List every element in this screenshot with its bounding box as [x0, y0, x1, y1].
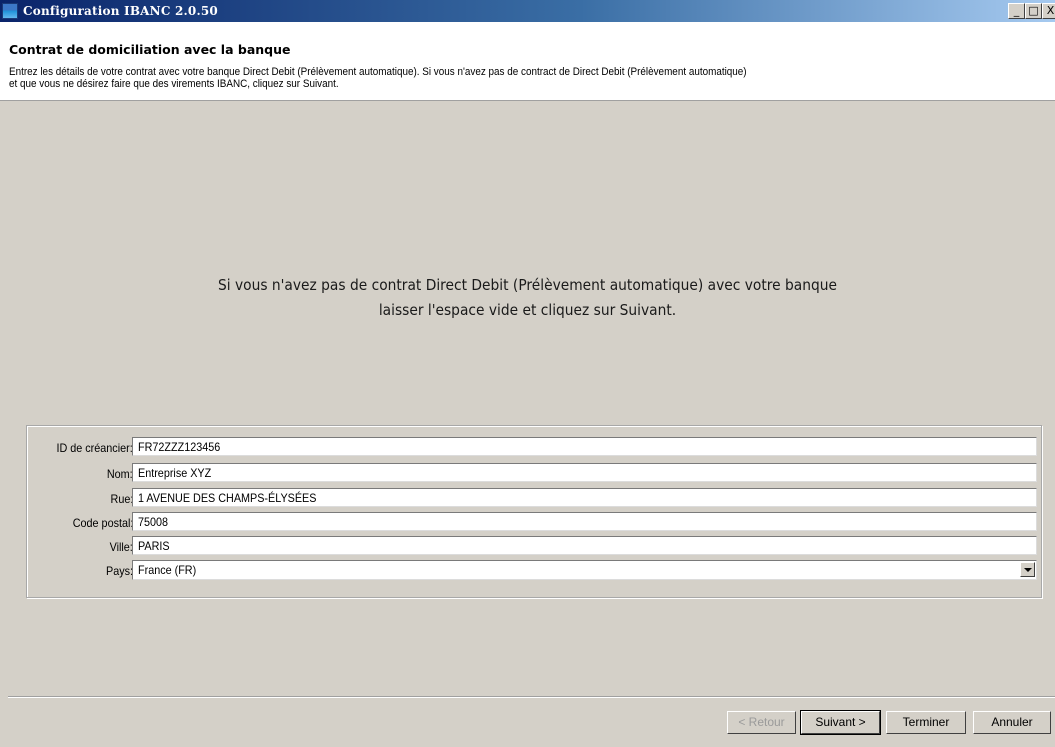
- name-label: Nom:: [107, 467, 133, 481]
- form-row-country: Pays: France (FR): [27, 560, 1043, 582]
- app-icon: [2, 3, 18, 19]
- postal-code-value: 75008: [138, 515, 169, 529]
- window-title: Configuration IBANC 2.0.50: [23, 4, 218, 18]
- name-value: Entreprise XYZ: [138, 466, 212, 480]
- street-input[interactable]: 1 AVENUE DES CHAMPS-ÉLYSÉES: [132, 488, 1037, 507]
- page-title: Contrat de domiciliation avec la banque: [9, 42, 291, 57]
- footer-separator: [8, 696, 1055, 698]
- back-button[interactable]: < Retour: [727, 711, 796, 734]
- creditor-id-input[interactable]: FR72ZZZ123456: [132, 437, 1037, 456]
- window-controls: _ □ X: [1008, 3, 1055, 19]
- creditor-id-value: FR72ZZZ123456: [138, 440, 221, 454]
- chevron-down-icon[interactable]: [1020, 562, 1035, 577]
- form-row-city: Ville: PARIS: [27, 536, 1043, 558]
- city-input[interactable]: PARIS: [132, 536, 1037, 555]
- close-button[interactable]: X: [1042, 3, 1055, 19]
- wizard-header: Contrat de domiciliation avec la banque …: [0, 22, 1055, 101]
- name-input[interactable]: Entreprise XYZ: [132, 463, 1037, 482]
- form-row-street: Rue: 1 AVENUE DES CHAMPS-ÉLYSÉES: [27, 488, 1043, 510]
- street-label: Rue:: [110, 492, 133, 506]
- postal-code-input[interactable]: 75008: [132, 512, 1037, 531]
- city-label: Ville:: [109, 540, 133, 554]
- maximize-button[interactable]: □: [1025, 3, 1042, 19]
- finish-button[interactable]: Terminer: [886, 711, 966, 734]
- country-value: France (FR): [138, 563, 197, 577]
- country-select[interactable]: France (FR): [132, 560, 1037, 580]
- creditor-id-label: ID de créancier:: [56, 441, 133, 455]
- title-bar[interactable]: Configuration IBANC 2.0.50 _ □ X: [0, 0, 1055, 22]
- minimize-button[interactable]: _: [1008, 3, 1025, 19]
- country-label: Pays:: [105, 564, 133, 578]
- cancel-button[interactable]: Annuler: [973, 711, 1051, 734]
- form-row-name: Nom: Entreprise XYZ: [27, 463, 1043, 485]
- info-text-line1: Si vous n'avez pas de contrat Direct Deb…: [217, 276, 838, 294]
- form-row-creditor-id: ID de créancier: FR72ZZZ123456: [27, 437, 1043, 459]
- info-text-line2: laisser l'espace vide et cliquez sur Sui…: [378, 301, 677, 319]
- page-description: Entrez les détails de votre contrat avec…: [9, 66, 747, 90]
- postal-code-label: Code postal:: [72, 516, 133, 530]
- form-row-postal-code: Code postal: 75008: [27, 512, 1043, 534]
- contract-form: ID de créancier: FR72ZZZ123456 Nom: Entr…: [26, 425, 1042, 598]
- city-value: PARIS: [138, 539, 170, 553]
- street-value: 1 AVENUE DES CHAMPS-ÉLYSÉES: [138, 491, 317, 505]
- next-button[interactable]: Suivant >: [800, 710, 881, 735]
